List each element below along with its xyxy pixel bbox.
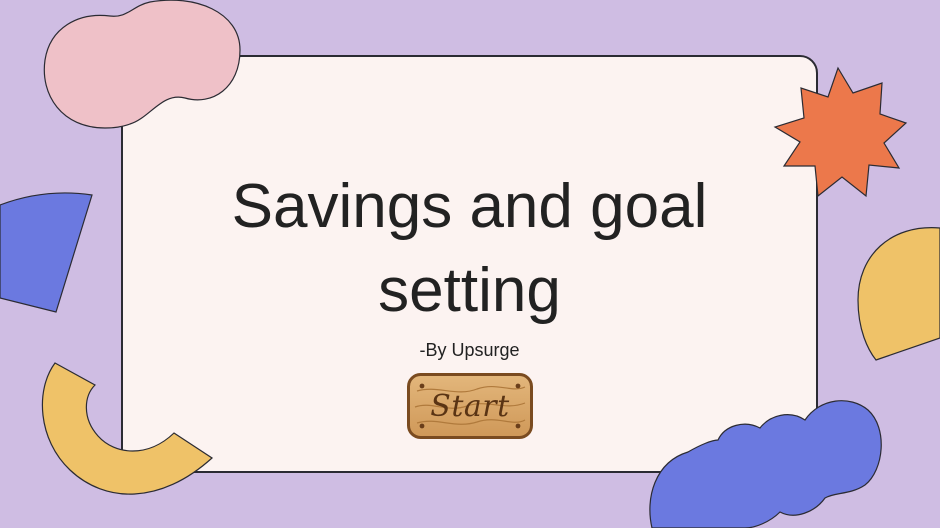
slide-title-line1: Savings and goal xyxy=(231,172,708,241)
blue-cloud-shape xyxy=(649,400,882,528)
yellow-ring-shape xyxy=(41,362,213,495)
start-button[interactable]: Start xyxy=(407,373,533,439)
slide-subtitle: -By Upsurge xyxy=(419,340,520,360)
yellow-half-disc-shape xyxy=(857,227,940,361)
slide-title-line2: setting xyxy=(378,256,561,325)
slide-title: Savings and goal setting xyxy=(121,165,818,333)
pink-blob-shape xyxy=(43,0,241,129)
wood-sign-icon xyxy=(407,373,533,439)
slide-stage: Savings and goal setting -By Upsurge Sta… xyxy=(0,0,940,528)
